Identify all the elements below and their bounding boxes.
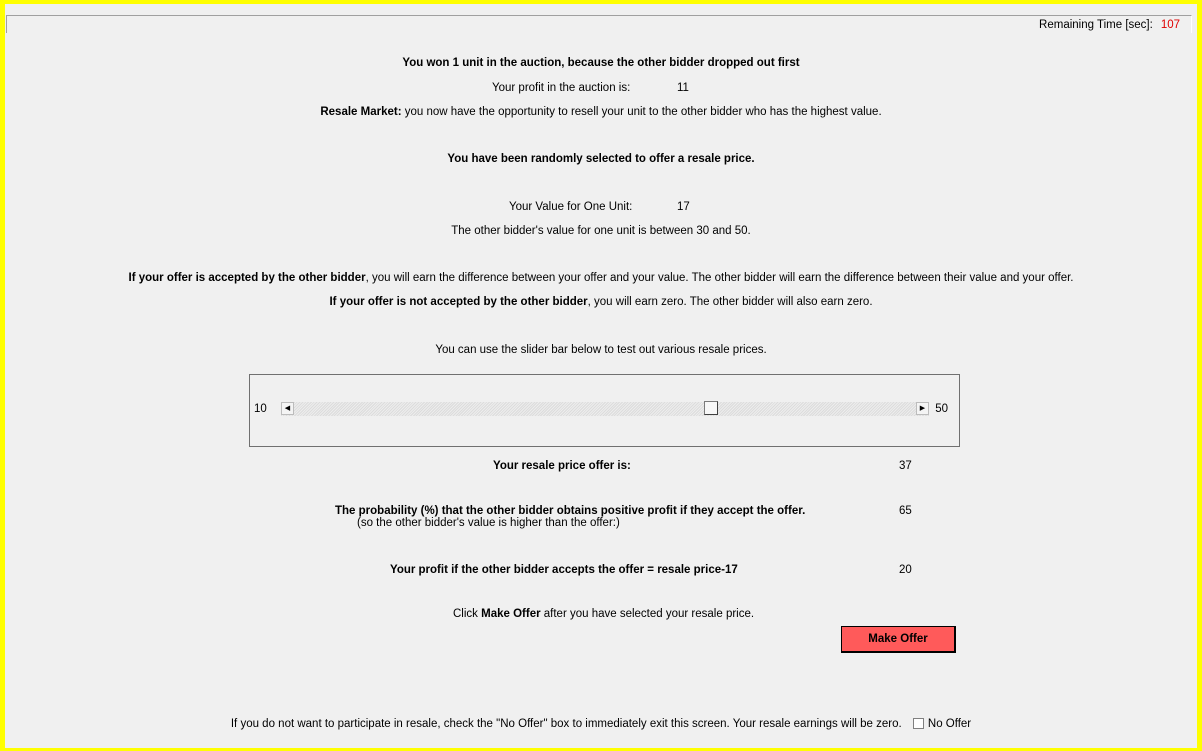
rule-not-accepted: If your offer is not accepted by the oth…	[0, 296, 1202, 308]
resale-intro: Resale Market: you now have the opportun…	[0, 106, 1202, 118]
remaining-time-label: Remaining Time [sec]:	[1039, 19, 1153, 31]
make-offer-button[interactable]: Make Offer	[841, 626, 956, 653]
instruction-bold: Make Offer	[481, 608, 541, 620]
remaining-time: Remaining Time [sec]: 107	[1039, 19, 1180, 31]
rule-accepted-bold: If your offer is accepted by the other b…	[128, 272, 366, 284]
no-offer-checkbox[interactable]	[912, 718, 924, 729]
profit-if-accepted-value: 20	[899, 564, 912, 576]
rule-accepted: If your offer is accepted by the other b…	[0, 272, 1202, 284]
rule-not-accepted-text: , you will earn zero. The other bidder w…	[587, 296, 873, 308]
selected-message: You have been randomly selected to offer…	[447, 153, 755, 165]
instruction-post: after you have selected your resale pric…	[540, 608, 755, 620]
slider-min-label: 10	[254, 403, 267, 415]
offer-value: 37	[899, 460, 912, 472]
slider-left-arrow-icon[interactable]: ◀	[281, 402, 294, 415]
resale-intro-text: you now have the opportunity to resell y…	[401, 106, 882, 118]
slider-hint: You can use the slider bar below to test…	[435, 344, 767, 356]
remaining-time-value: 107	[1160, 19, 1180, 31]
no-offer-checkbox-label[interactable]: No Offer	[928, 718, 971, 730]
top-bar	[6, 15, 1192, 33]
own-value: 17	[677, 201, 690, 213]
slider-thumb[interactable]	[704, 401, 719, 415]
slider-right-arrow-icon[interactable]: ▶	[916, 402, 929, 415]
slider-max-label: 50	[935, 403, 948, 415]
profit-if-accepted-label: Your profit if the other bidder accepts …	[390, 564, 738, 576]
other-value-range: The other bidder's value for one unit is…	[451, 225, 751, 237]
resale-price-slider[interactable]: ◀ ▶	[281, 401, 929, 416]
auction-won-message: You won 1 unit in the auction, because t…	[402, 57, 800, 69]
auction-profit-value: 11	[677, 82, 689, 94]
offer-label: Your resale price offer is:	[493, 460, 631, 472]
probability-value: 65	[899, 505, 912, 517]
make-offer-instruction: Click Make Offer after you have selected…	[453, 608, 754, 620]
own-value-label: Your Value for One Unit:	[509, 201, 633, 213]
rule-accepted-text: , you will earn the difference between y…	[365, 272, 1074, 284]
no-offer-text: If you do not want to participate in res…	[230, 718, 902, 730]
auction-profit-label: Your profit in the auction is:	[492, 82, 631, 94]
resale-intro-bold: Resale Market:	[320, 106, 402, 118]
probability-subtext: (so the other bidder's value is higher t…	[357, 517, 620, 529]
probability-label: The probability (%) that the other bidde…	[335, 505, 806, 517]
slider-panel: 10 ◀ ▶ 50	[249, 374, 960, 447]
instruction-pre: Click	[453, 608, 482, 620]
no-offer-row: If you do not want to participate in res…	[0, 718, 1202, 730]
rule-not-accepted-bold: If your offer is not accepted by the oth…	[329, 296, 588, 308]
